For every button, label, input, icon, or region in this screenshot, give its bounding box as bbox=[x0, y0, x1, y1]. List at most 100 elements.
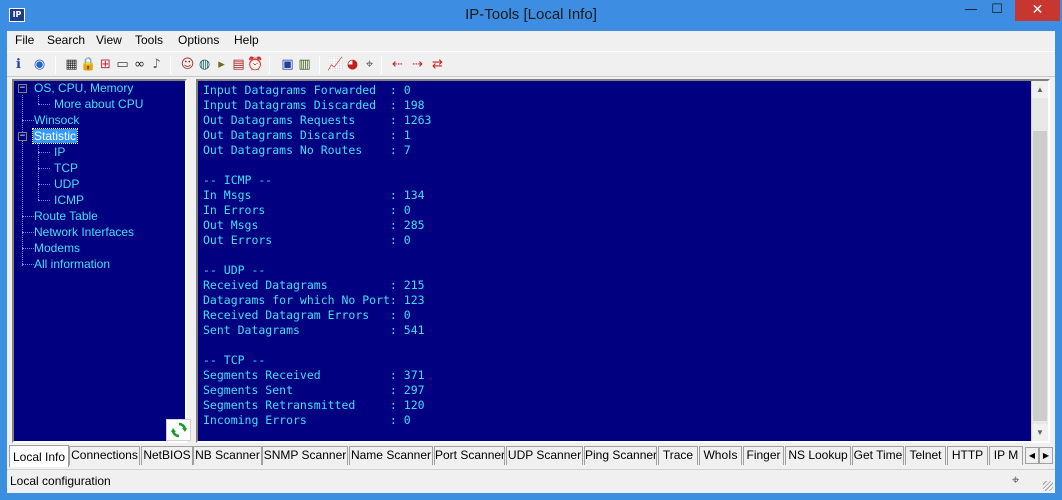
tab-scroll-left-button[interactable]: ◀ bbox=[1025, 447, 1039, 464]
menu-options[interactable]: Options bbox=[178, 33, 219, 47]
alarm-clock-icon[interactable]: ⏰ bbox=[247, 56, 264, 73]
statistic-line: Out Errors : 0 bbox=[203, 233, 411, 247]
scroll-up-button[interactable]: ▲ bbox=[1032, 81, 1048, 98]
statistic-line: Datagrams for which No Port: 123 bbox=[203, 293, 425, 307]
computer-icon[interactable]: ▣ bbox=[279, 56, 296, 73]
toolbar: ℹ ◉ ▦ 🔒 ⊞ ▭ ∞ ♪ ☺ ◍ ▸ ▤ ⏰ ▣ ▥ 📈 ◕ ⌖ ⇠ ⇢ ⇄ bbox=[7, 51, 1055, 77]
tab-ns-lookup[interactable]: NS Lookup bbox=[785, 446, 851, 465]
statistic-line: Segments Retransmitted : 120 bbox=[203, 398, 425, 412]
statistic-line bbox=[203, 158, 431, 173]
tree-guide-line bbox=[38, 152, 50, 153]
info-icon[interactable]: ℹ bbox=[10, 56, 27, 73]
tree-guide-line bbox=[22, 120, 34, 121]
tree-guide-line bbox=[38, 168, 50, 169]
tree-item-ip[interactable]: IP bbox=[54, 145, 65, 159]
tree-item-modems[interactable]: Modems bbox=[34, 241, 80, 255]
menu-tools[interactable]: Tools bbox=[135, 33, 163, 47]
tab-nb-scanner[interactable]: NB Scanner bbox=[193, 446, 262, 465]
flashlight-icon[interactable]: ▸ bbox=[213, 56, 230, 73]
tree-guide-line bbox=[38, 104, 50, 105]
statistic-line: -- UDP -- bbox=[203, 263, 266, 277]
tab-whois[interactable]: WhoIs bbox=[699, 446, 742, 465]
tab-telnet[interactable]: Telnet bbox=[905, 446, 946, 465]
tab-connections[interactable]: Connections bbox=[69, 446, 140, 465]
statistic-line: Out Msgs : 285 bbox=[203, 218, 425, 232]
people-icon[interactable]: ☺ bbox=[179, 56, 196, 73]
connect-icon[interactable]: ⇄ bbox=[429, 56, 446, 73]
chart-icon[interactable]: 📈 bbox=[327, 56, 344, 73]
menu-bar: File Search View Tools Options Help bbox=[7, 31, 1055, 51]
pie-chart-icon[interactable]: ◕ bbox=[344, 56, 361, 73]
maximize-button[interactable]: ☐ bbox=[984, 0, 1010, 21]
tree-view[interactable]: − OS, CPU, Memory More about CPU Winsock… bbox=[12, 79, 191, 443]
tab-finger[interactable]: Finger bbox=[743, 446, 784, 465]
tree-item-more-about-cpu[interactable]: More about CPU bbox=[54, 97, 143, 111]
statistic-line bbox=[203, 338, 431, 353]
tab-port-scanner[interactable]: Port Scanner bbox=[434, 446, 505, 465]
tree-item-os-cpu-memory[interactable]: OS, CPU, Memory bbox=[34, 81, 133, 95]
tree-item-icmp[interactable]: ICMP bbox=[54, 193, 84, 207]
printer-icon[interactable]: ▤ bbox=[230, 56, 247, 73]
close-button[interactable]: ✕ bbox=[1015, 0, 1060, 21]
tree-collapse-toggle[interactable]: − bbox=[18, 132, 27, 141]
statistic-line: Received Datagrams : 215 bbox=[203, 278, 425, 292]
satellite-dish-icon[interactable]: ⌖ bbox=[361, 56, 378, 73]
tab-get-time[interactable]: Get Time bbox=[852, 446, 904, 465]
tab-snmp-scanner[interactable]: SNMP Scanner bbox=[262, 446, 348, 465]
tab-http[interactable]: HTTP bbox=[947, 446, 988, 465]
arrow-left-icon[interactable]: ⇠ bbox=[389, 56, 406, 73]
tree-guide-line bbox=[22, 216, 34, 217]
tab-scroll-right-button[interactable]: ▶ bbox=[1039, 447, 1053, 464]
tree-guide-line bbox=[38, 184, 50, 185]
statistic-line: -- ICMP -- bbox=[203, 173, 273, 187]
tree-item-winsock[interactable]: Winsock bbox=[34, 113, 79, 127]
menu-view[interactable]: View bbox=[96, 33, 122, 47]
network-icon[interactable]: ⊞ bbox=[97, 56, 114, 73]
globe-user-icon[interactable]: ◉ bbox=[31, 56, 48, 73]
speaker-icon[interactable]: ♪ bbox=[148, 56, 165, 73]
tree-item-route-table[interactable]: Route Table bbox=[34, 209, 98, 223]
menu-help[interactable]: Help bbox=[234, 33, 259, 47]
menu-search[interactable]: Search bbox=[47, 33, 85, 47]
tree-item-statistic[interactable]: Statistic bbox=[31, 128, 79, 144]
statistics-output[interactable]: Input Datagrams Forwarded : 0 Input Datag… bbox=[196, 79, 1050, 443]
tree-item-network-interfaces[interactable]: Network Interfaces bbox=[34, 225, 134, 239]
status-bar: Local configuration ⌖ bbox=[7, 469, 1055, 493]
tree-item-all-information[interactable]: All information bbox=[34, 257, 110, 271]
toolbar-separator bbox=[55, 56, 56, 74]
refresh-button[interactable] bbox=[166, 419, 191, 441]
window-client: File Search View Tools Options Help ℹ ◉ ▦ 🔒… bbox=[7, 31, 1055, 493]
statistic-line: Incoming Errors : 0 bbox=[203, 413, 411, 427]
tab-ip-m[interactable]: IP M bbox=[989, 446, 1023, 465]
statistics-text: Input Datagrams Forwarded : 0 Input Datag… bbox=[203, 83, 431, 428]
book-icon[interactable]: ▭ bbox=[114, 56, 131, 73]
tab-name-scanner[interactable]: Name Scanner bbox=[349, 446, 433, 465]
tab-ping-scanner[interactable]: Ping Scanner bbox=[584, 446, 657, 465]
vertical-scrollbar[interactable]: ▲ ▼ bbox=[1031, 81, 1048, 441]
lock-icon[interactable]: 🔒 bbox=[80, 56, 97, 73]
window-title: IP-Tools [Local Info] bbox=[465, 6, 597, 23]
statistic-line: In Msgs : 134 bbox=[203, 188, 425, 202]
tree-item-udp[interactable]: UDP bbox=[54, 177, 79, 191]
tab-local-info[interactable]: Local Info bbox=[9, 445, 69, 467]
statistic-line: Input Datagrams Discarded : 198 bbox=[203, 98, 425, 112]
tab-udp-scanner[interactable]: UDP Scanner bbox=[506, 446, 583, 465]
arrow-right-icon[interactable]: ⇢ bbox=[409, 56, 426, 73]
statistic-line: Segments Sent : 297 bbox=[203, 383, 425, 397]
scroll-thumb[interactable] bbox=[1033, 131, 1047, 421]
tree-item-tcp[interactable]: TCP bbox=[54, 161, 78, 175]
satellite-dish-icon: ⌖ bbox=[1012, 473, 1020, 488]
minimize-button[interactable]: — bbox=[958, 0, 984, 21]
menu-file[interactable]: File bbox=[15, 33, 34, 47]
notepad-icon[interactable]: ▥ bbox=[296, 56, 313, 73]
scroll-down-button[interactable]: ▼ bbox=[1032, 424, 1048, 441]
globe-icon[interactable]: ◍ bbox=[196, 56, 213, 73]
resize-grip[interactable] bbox=[1043, 481, 1053, 491]
tree-collapse-toggle[interactable]: − bbox=[18, 84, 27, 93]
tab-trace[interactable]: Trace bbox=[658, 446, 698, 465]
tree-guide-line bbox=[38, 200, 50, 201]
table-icon[interactable]: ▦ bbox=[63, 56, 80, 73]
statistic-line: Out Datagrams Requests : 1263 bbox=[203, 113, 432, 127]
tab-netbios[interactable]: NetBIOS bbox=[141, 446, 193, 465]
binoculars-icon[interactable]: ∞ bbox=[131, 56, 148, 73]
